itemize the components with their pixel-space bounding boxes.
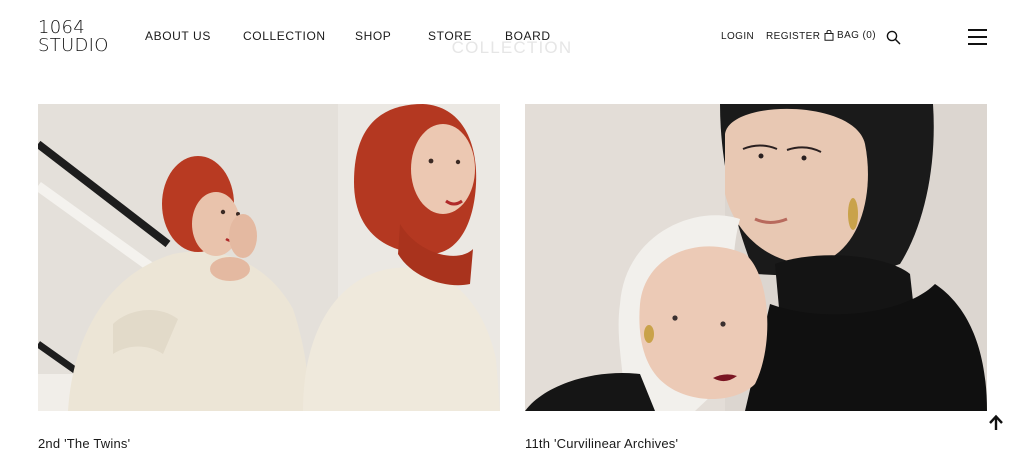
nav-item-shop[interactable]: SHOP (355, 29, 391, 43)
login-link[interactable]: LOGIN (721, 31, 754, 42)
bag-label: BAG (0) (837, 30, 876, 41)
twins-photo (38, 104, 500, 411)
bag-icon (824, 30, 834, 41)
nav-item-store[interactable]: STORE (428, 29, 472, 43)
nav-item-board[interactable]: BOARD (505, 29, 551, 43)
nav-item-collection[interactable]: COLLECTION (243, 29, 326, 43)
collection-caption[interactable]: 11th 'Curvilinear Archives' (525, 436, 678, 451)
arrow-up-icon[interactable] (987, 414, 1005, 432)
hamburger-menu-icon[interactable] (968, 28, 987, 46)
search-icon[interactable] (886, 30, 901, 45)
site-header: 1064 STUDIO COLLECTION ABOUT US COLLECTI… (0, 0, 1024, 80)
curvilinear-photo (525, 104, 987, 411)
collection-card-image[interactable] (38, 104, 500, 411)
collection-caption[interactable]: 2nd 'The Twins' (38, 436, 130, 451)
register-link[interactable]: REGISTER (766, 31, 820, 42)
collection-card-image[interactable] (525, 104, 987, 411)
nav-item-about-us[interactable]: ABOUT US (145, 29, 211, 43)
bag-link[interactable]: BAG (0) (824, 30, 876, 41)
